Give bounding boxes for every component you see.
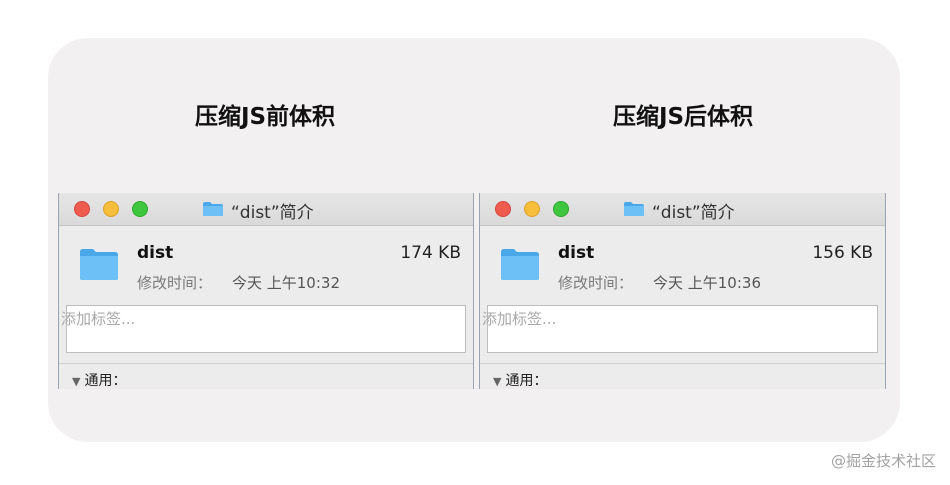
folder-icon (501, 249, 539, 280)
info-window-before: “dist”简介 dist 174 KB 修改时间： 今天 上午10:32 添加… (58, 193, 474, 389)
folder-icon (80, 249, 118, 280)
modified-label: 修改时间： (137, 274, 213, 292)
file-size: 156 KB (812, 243, 873, 263)
general-section-label: 通用： (84, 373, 127, 389)
watermark: @掘金技术社区 (830, 452, 936, 470)
folder-icon (624, 202, 644, 216)
modified-label: 修改时间： (558, 274, 634, 292)
heading-after: 压缩JS后体积 (612, 104, 754, 130)
zoom-button[interactable] (553, 201, 569, 217)
info-window-after: “dist”简介 dist 156 KB 修改时间： 今天 上午10:36 添加… (479, 193, 886, 389)
heading-before: 压缩JS前体积 (194, 104, 336, 130)
divider (59, 363, 473, 364)
general-section-toggle[interactable]: ▼ 通用： (72, 370, 126, 389)
modified-value: 今天 上午10:36 (653, 274, 761, 292)
general-section-label: 通用： (505, 373, 548, 389)
window-titlebar[interactable]: “dist”简介 (480, 193, 885, 226)
minimize-button[interactable] (103, 201, 119, 217)
file-size: 174 KB (400, 243, 461, 263)
general-section-toggle[interactable]: ▼ 通用： (493, 370, 547, 389)
minimize-button[interactable] (524, 201, 540, 217)
disclosure-triangle-icon: ▼ (72, 375, 81, 388)
close-button[interactable] (74, 201, 90, 217)
modified-value: 今天 上午10:32 (232, 274, 340, 292)
file-name: dist (137, 243, 174, 263)
tags-placeholder: 添加标签... (61, 310, 136, 328)
tags-input[interactable]: 添加标签... (61, 305, 466, 353)
divider (480, 363, 885, 364)
disclosure-triangle-icon: ▼ (493, 375, 502, 388)
zoom-button[interactable] (132, 201, 148, 217)
tags-placeholder: 添加标签... (482, 310, 557, 328)
close-button[interactable] (495, 201, 511, 217)
window-title: “dist”简介 (231, 203, 314, 223)
window-title: “dist”简介 (652, 203, 735, 223)
window-titlebar[interactable]: “dist”简介 (59, 193, 473, 226)
tags-input[interactable]: 添加标签... (482, 305, 878, 353)
folder-icon (203, 202, 223, 216)
file-name: dist (558, 243, 595, 263)
